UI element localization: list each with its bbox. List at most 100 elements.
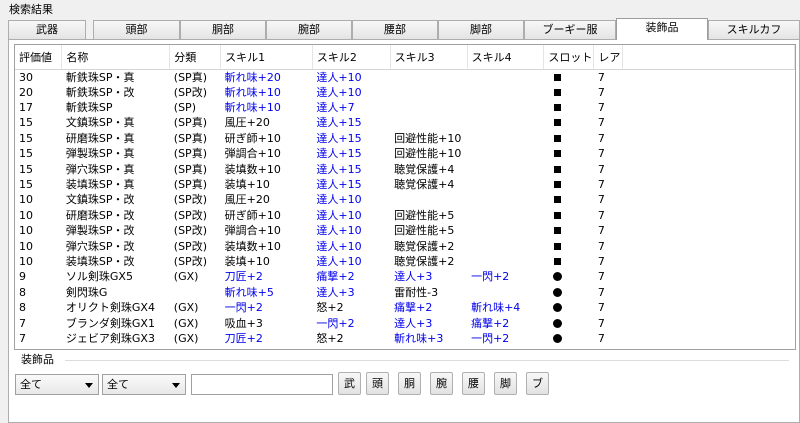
filter-boogie-button[interactable]: ブ xyxy=(526,372,549,395)
slot-circle-icon xyxy=(552,303,562,313)
table-row[interactable]: 20 斬鉄珠SP・改 (SP改) 斬れ味+10 達人+10 7 xyxy=(15,85,795,100)
table-row[interactable]: 15 装填珠SP・真 (SP真) 装填+10 達人+15 聴覚保護+4 7 xyxy=(15,177,795,192)
table-row[interactable]: 30 斬鉄珠SP・真 (SP真) 斬れ味+20 達人+10 7 xyxy=(15,69,795,85)
cell-filler xyxy=(623,300,795,315)
cell-name: 研磨珠SP・真 xyxy=(65,131,135,145)
cell-score: 10 xyxy=(19,224,33,238)
cell-skill2: 達人+15 xyxy=(316,178,362,192)
col-header-skill1[interactable]: スキル1 xyxy=(220,45,313,70)
table-row[interactable]: 8 オリクト剣珠GX4 (GX) 一閃+2 怒+2 痛撃+2 斬れ味+4 7 xyxy=(15,300,795,315)
tab-decorations[interactable]: 装飾品 xyxy=(616,18,708,40)
table-row[interactable]: 10 弾製珠SP・改 (SP改) 弾調合+10 達人+10 回避性能+5 7 xyxy=(15,223,795,238)
cell-name: 斬鉄珠SP・改 xyxy=(65,85,135,99)
col-header-rare[interactable]: レア xyxy=(593,45,624,70)
cell-rare: 7 xyxy=(597,85,605,99)
cell-skill1: 刀匠+2 xyxy=(224,331,263,345)
tab-torso[interactable]: 胴部 xyxy=(180,20,266,39)
tab-weapon[interactable]: 武器 xyxy=(8,20,86,39)
search-results-title: 検索結果 xyxy=(9,3,53,16)
filter-waist-button[interactable]: 腰 xyxy=(462,372,485,395)
cell-slot xyxy=(544,285,594,300)
col-header-class[interactable]: 分類 xyxy=(169,45,222,70)
cell-skill1: 研ぎ師+10 xyxy=(224,208,281,222)
cell-skill3: 痛撃+2 xyxy=(394,301,433,315)
cell-skill4: 斬れ味+4 xyxy=(471,301,521,315)
header-row: 評価値 名称 分類 スキル1 スキル2 スキル3 スキル4 スロット レア xyxy=(15,45,795,70)
slot-square-icon xyxy=(553,257,561,265)
results-grid[interactable]: 評価値 名称 分類 スキル1 スキル2 スキル3 スキル4 スロット レア 30… xyxy=(14,44,796,350)
cell-slot xyxy=(544,131,594,146)
cell-score: 15 xyxy=(19,147,33,161)
search-input[interactable] xyxy=(191,374,333,395)
cell-skill3: 聴覚保護+2 xyxy=(394,239,455,253)
cell-name: 斬鉄珠SP・真 xyxy=(65,70,135,84)
cell-filler xyxy=(623,223,795,238)
cell-slot xyxy=(544,269,594,284)
cell-rare: 7 xyxy=(597,178,605,192)
cell-skill2: 達人+10 xyxy=(316,70,362,84)
col-header-score[interactable]: 評価値 xyxy=(15,45,63,70)
filter-weapon-button[interactable]: 武 xyxy=(338,372,361,395)
cell-score: 15 xyxy=(19,162,33,176)
cell-slot xyxy=(544,331,594,346)
cell-filler xyxy=(623,100,795,115)
cell-slot xyxy=(544,238,594,253)
cell-skill2: 達人+7 xyxy=(316,101,355,115)
filter-select-1[interactable]: 全て xyxy=(15,374,99,395)
chevron-down-icon xyxy=(172,383,180,388)
table-row[interactable]: 15 文鎮珠SP・真 (SP真) 風圧+20 達人+15 7 xyxy=(15,115,795,130)
filter-torso-button[interactable]: 胴 xyxy=(398,372,421,395)
table-row[interactable]: 10 弾穴珠SP・改 (SP改) 装填数+10 達人+10 聴覚保護+2 7 xyxy=(15,238,795,253)
slot-square-icon xyxy=(553,73,561,81)
slot-square-icon xyxy=(553,165,561,173)
cell-name: 弾穴珠SP・改 xyxy=(65,239,135,253)
cell-skill4: 一閃+2 xyxy=(471,331,510,345)
table-row[interactable]: 10 文鎮珠SP・改 (SP改) 風圧+20 達人+10 7 xyxy=(15,192,795,207)
filter-legs-button[interactable]: 脚 xyxy=(494,372,517,395)
tab-head[interactable]: 頭部 xyxy=(93,20,180,39)
col-header-skill3[interactable]: スキル3 xyxy=(390,45,468,70)
cell-skill2: 怒+2 xyxy=(316,331,344,345)
table-row[interactable]: 7 ジェビア剣珠GX3 (GX) 刀匠+2 怒+2 斬れ味+3 一閃+2 7 xyxy=(15,331,795,346)
table-row[interactable]: 15 弾穴珠SP・真 (SP真) 装填数+10 達人+15 聴覚保護+4 7 xyxy=(15,161,795,176)
table-row[interactable]: 17 斬鉄珠SP (SP) 斬れ味+10 達人+7 7 xyxy=(15,100,795,115)
table-row[interactable]: 8 剣閃珠G 斬れ味+5 達人+3 雷耐性-3 7 xyxy=(15,285,795,300)
cell-skill1: 風圧+20 xyxy=(224,116,270,130)
filter-select-1-value: 全て xyxy=(20,378,42,391)
cell-class: (SP) xyxy=(173,101,196,115)
cell-rare: 7 xyxy=(597,224,605,238)
tab-skill-cuff[interactable]: スキルカフ xyxy=(708,20,800,39)
tab-waist[interactable]: 腰部 xyxy=(352,20,438,39)
slot-square-icon xyxy=(553,227,561,235)
cell-skill3 xyxy=(390,115,467,130)
cell-name: 文鎮珠SP・真 xyxy=(65,116,135,130)
tab-boogie-outfit[interactable]: ブーギー服 xyxy=(524,20,616,39)
tab-legs[interactable]: 脚部 xyxy=(438,20,524,39)
col-header-name[interactable]: 名称 xyxy=(61,45,171,70)
cell-skill4 xyxy=(467,131,544,146)
col-header-skill2[interactable]: スキル2 xyxy=(312,45,391,70)
table-row[interactable]: 10 研磨珠SP・改 (SP改) 研ぎ師+10 達人+10 回避性能+5 7 xyxy=(15,208,795,223)
cell-score: 7 xyxy=(19,331,26,345)
filter-head-button[interactable]: 頭 xyxy=(366,372,389,395)
cell-skill4 xyxy=(467,161,544,176)
table-row[interactable]: 15 研磨珠SP・真 (SP真) 研ぎ師+10 達人+15 回避性能+10 7 xyxy=(15,131,795,146)
table-row[interactable]: 7 ブランダ剣珠GX1 (GX) 吸血+3 一閃+2 達人+3 痛撃+2 7 xyxy=(15,315,795,330)
cell-skill3: 回避性能+10 xyxy=(394,131,462,145)
filter-select-2[interactable]: 全て xyxy=(102,374,186,395)
table-row[interactable]: 9 ソル剣珠GX5 (GX) 刀匠+2 痛撃+2 達人+3 一閃+2 7 xyxy=(15,269,795,284)
tab-arms[interactable]: 腕部 xyxy=(266,20,352,39)
cell-skill1: 一閃+2 xyxy=(224,301,263,315)
filter-arms-button[interactable]: 腕 xyxy=(430,372,453,395)
cell-skill1: 風圧+20 xyxy=(224,193,270,207)
cell-rare: 7 xyxy=(597,254,605,268)
slot-square-icon xyxy=(553,211,561,219)
cell-name: 文鎮珠SP・改 xyxy=(65,193,135,207)
cell-class: (SP真) xyxy=(173,131,207,145)
col-header-skill4[interactable]: スキル4 xyxy=(467,45,545,70)
cell-name: 剣閃珠G xyxy=(65,285,108,299)
cell-filler xyxy=(623,115,795,130)
table-row[interactable]: 15 弾製珠SP・真 (SP真) 弾調合+10 達人+15 回避性能+10 7 xyxy=(15,146,795,161)
col-header-slot[interactable]: スロット xyxy=(543,45,595,70)
table-row[interactable]: 10 装填珠SP・改 (SP改) 装填+10 達人+10 聴覚保護+2 7 xyxy=(15,254,795,269)
